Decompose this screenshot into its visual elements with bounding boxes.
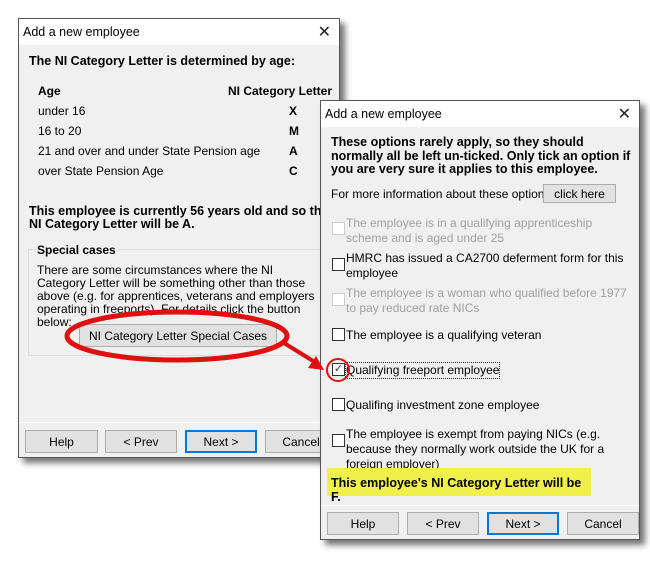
- highlight-ellipse: [64, 309, 290, 363]
- annotation-overlay: [64, 309, 350, 382]
- highlight-circle: [326, 358, 350, 382]
